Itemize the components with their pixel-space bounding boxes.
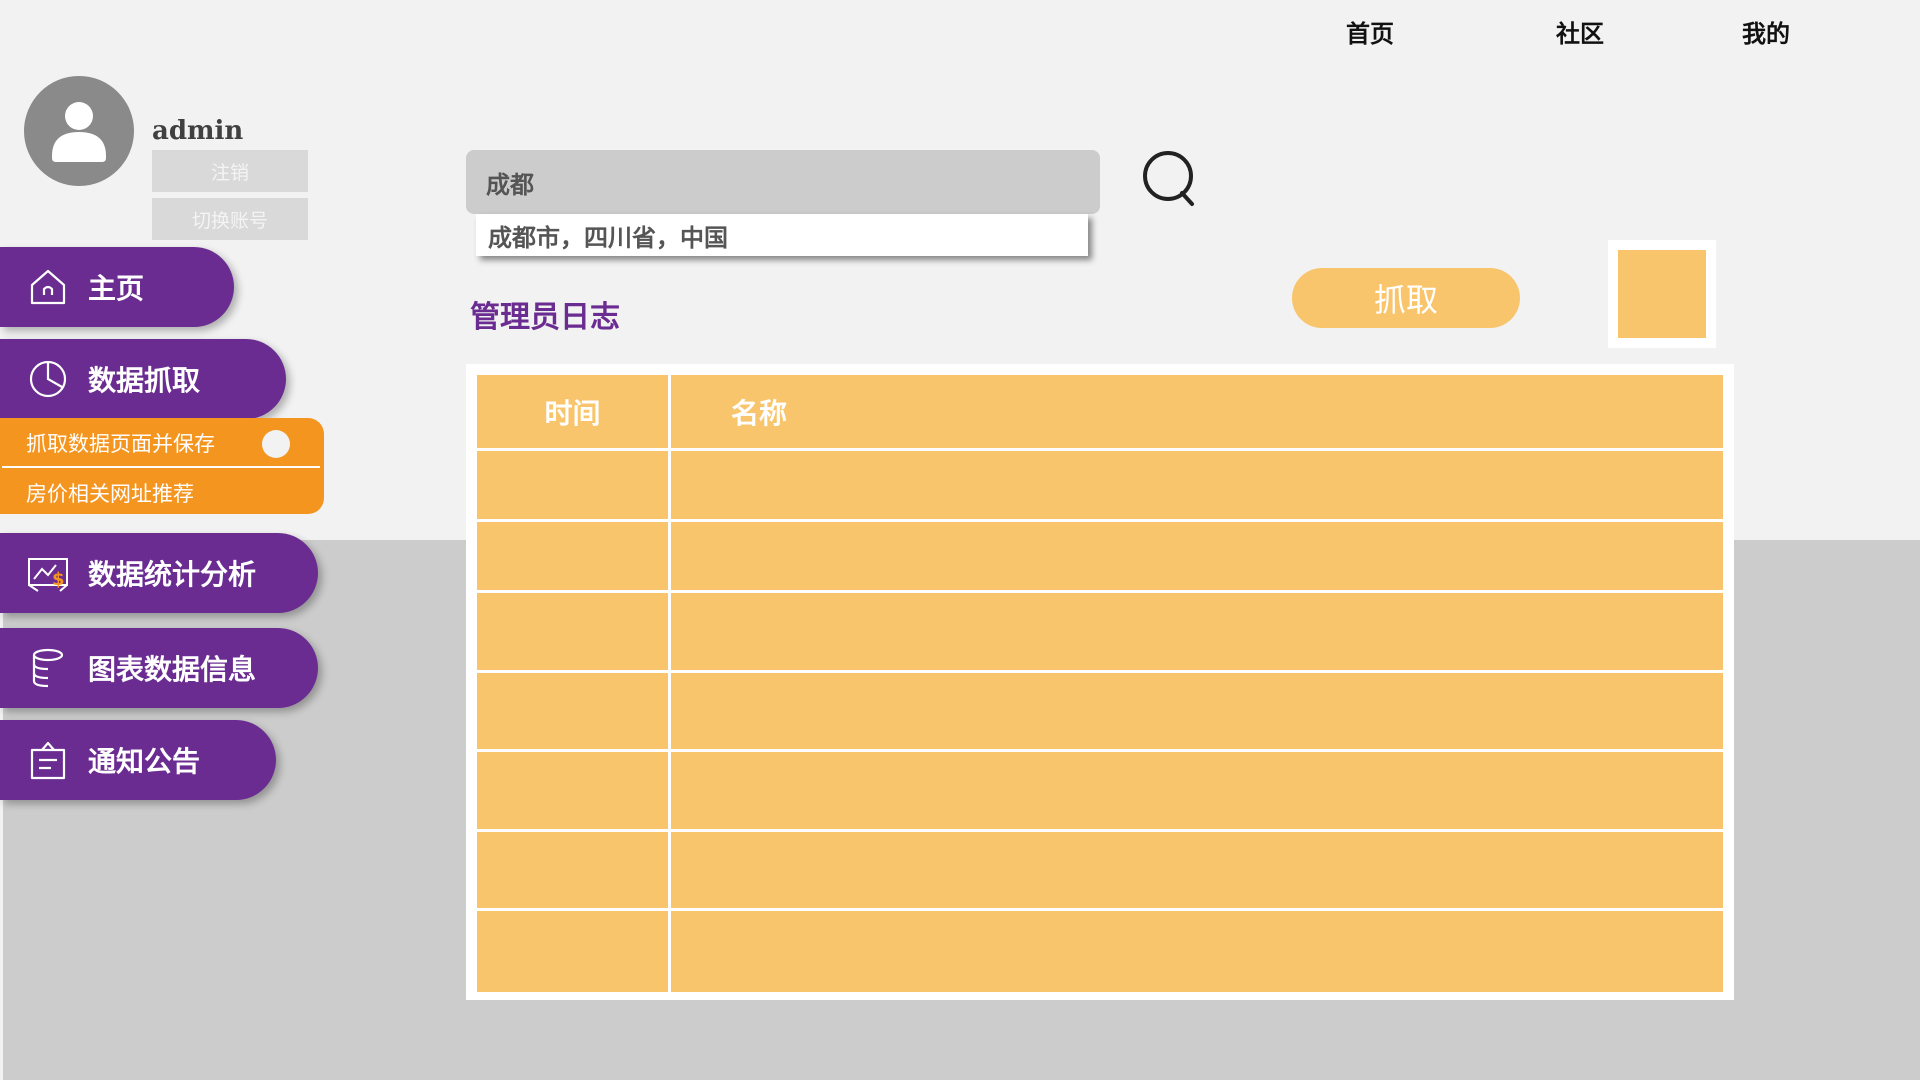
svg-text:$: $ bbox=[52, 569, 65, 590]
table-row[interactable] bbox=[474, 829, 1726, 911]
search-input[interactable] bbox=[466, 150, 1100, 214]
table-cell-name bbox=[668, 670, 1726, 752]
log-table-frame: 时间 名称 bbox=[466, 364, 1734, 1000]
table-cell-name bbox=[668, 908, 1726, 995]
sidebar-submenu: 抓取数据页面并保存 房价相关网址推荐 bbox=[0, 418, 324, 514]
sidebar-item-statistics[interactable]: $ 数据统计分析 bbox=[0, 533, 318, 613]
table-cell-name bbox=[668, 448, 1726, 522]
nav-link-home[interactable]: 首页 bbox=[1346, 14, 1394, 49]
search-icon[interactable] bbox=[1138, 148, 1202, 212]
table-cell-time bbox=[474, 670, 671, 752]
left-edge-strip bbox=[0, 540, 3, 1080]
user-icon bbox=[52, 102, 106, 162]
search-suggestion[interactable]: 成都市，四川省，中国 bbox=[476, 214, 1088, 256]
sidebar-item-label: 通知公告 bbox=[88, 745, 201, 778]
sidebar-item-label: 数据抓取 bbox=[88, 364, 201, 397]
submenu-item-price-sites[interactable]: 房价相关网址推荐 bbox=[26, 478, 194, 508]
sidebar-item-label: 主页 bbox=[88, 272, 145, 305]
table-row[interactable] bbox=[474, 908, 1726, 995]
log-table: 时间 名称 bbox=[474, 372, 1726, 995]
table-cell-name bbox=[668, 519, 1726, 593]
table-row[interactable] bbox=[474, 749, 1726, 832]
column-header-time: 时间 bbox=[474, 372, 671, 451]
sidebar-item-label: 数据统计分析 bbox=[88, 558, 257, 591]
table-cell-time bbox=[474, 448, 671, 522]
username: admin bbox=[152, 116, 244, 146]
home-icon bbox=[30, 269, 66, 305]
color-swatch-frame bbox=[1608, 240, 1716, 348]
sidebar-item-data-grab[interactable]: 数据抓取 bbox=[0, 339, 286, 419]
table-row[interactable] bbox=[474, 448, 1726, 522]
color-swatch[interactable] bbox=[1618, 250, 1706, 338]
table-cell-name bbox=[668, 590, 1726, 673]
submenu-divider bbox=[2, 466, 320, 468]
table-cell-time bbox=[474, 590, 671, 673]
presentation-chart-icon: $ bbox=[28, 558, 68, 592]
logout-button[interactable]: 注销 bbox=[152, 150, 308, 192]
table-cell-time bbox=[474, 519, 671, 593]
nav-link-mine[interactable]: 我的 bbox=[1742, 14, 1790, 49]
switch-account-button[interactable]: 切换账号 bbox=[152, 198, 308, 240]
table-cell-name bbox=[668, 829, 1726, 911]
table-row[interactable] bbox=[474, 590, 1726, 673]
nav-link-community[interactable]: 社区 bbox=[1556, 14, 1604, 49]
table-cell-time bbox=[474, 908, 671, 995]
table-cell-time bbox=[474, 749, 671, 832]
sidebar-item-chart-data[interactable]: 图表数据信息 bbox=[0, 628, 318, 708]
pie-chart-icon bbox=[29, 360, 67, 398]
submenu-item-grab-save[interactable]: 抓取数据页面并保存 bbox=[26, 428, 215, 458]
table-row[interactable] bbox=[474, 670, 1726, 752]
sidebar-item-label: 图表数据信息 bbox=[88, 653, 257, 686]
table-row[interactable] bbox=[474, 519, 1726, 593]
table-cell-name bbox=[668, 749, 1726, 832]
notice-icon bbox=[30, 741, 66, 780]
avatar[interactable] bbox=[24, 76, 134, 186]
toggle-switch[interactable] bbox=[262, 430, 290, 458]
table-header-row: 时间 名称 bbox=[474, 372, 1726, 451]
grab-button[interactable]: 抓取 bbox=[1292, 268, 1520, 328]
sidebar-item-home[interactable]: 主页 bbox=[0, 247, 234, 327]
table-cell-time bbox=[474, 829, 671, 911]
database-icon bbox=[32, 648, 64, 688]
sidebar-item-notice[interactable]: 通知公告 bbox=[0, 720, 276, 800]
column-header-name: 名称 bbox=[668, 372, 1726, 451]
page-title: 管理员日志 bbox=[470, 300, 620, 335]
